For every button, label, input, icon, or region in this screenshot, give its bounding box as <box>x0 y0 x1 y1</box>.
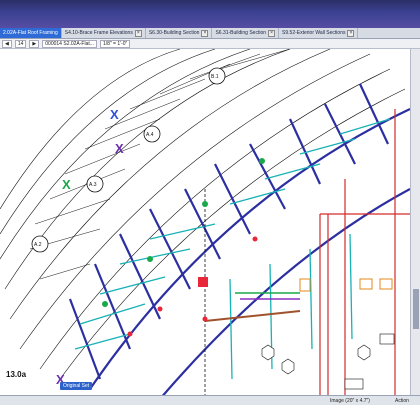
sheet-select[interactable]: 000014 S2.02A-Flat... <box>42 39 97 48</box>
scale-select[interactable]: 1/8" = 1'-0" <box>99 39 131 48</box>
scroll-thumb[interactable] <box>413 289 419 329</box>
next-page-button[interactable]: ▶ <box>29 39 40 48</box>
tab-exterior-wall-sections[interactable]: S9.52-Exterior Wall Sections × <box>279 28 359 38</box>
radial-hatch-lines <box>29 49 291 280</box>
drawing-canvas[interactable]: X X X X A.4 A.3 A.2 B.1 <box>0 49 410 405</box>
svg-text:X: X <box>115 141 124 156</box>
grid-label-a4: A.4 <box>146 132 154 138</box>
grid-label-b1: B.1 <box>211 74 219 80</box>
monitor-bezel <box>0 0 420 30</box>
image-size-label: Image (20" x 4.7") <box>330 398 370 404</box>
drawing-app-window: 2.02A-Flat Roof Framing S4.10-Brace Fram… <box>0 28 420 405</box>
brace-brown <box>204 310 301 322</box>
tab-label: S6.30-Building Section <box>148 30 200 36</box>
columns <box>299 278 393 292</box>
grid-label-a3: A.3 <box>89 182 97 188</box>
svg-text:X: X <box>110 107 119 122</box>
close-icon[interactable]: × <box>347 29 355 37</box>
action-menu[interactable]: Action <box>395 398 409 404</box>
sheet-number-label: 13.0a <box>6 370 27 379</box>
tab-brace-frame-elevations[interactable]: S4.10-Brace Frame Elevations × <box>62 28 146 38</box>
tab-label: S9.52-Exterior Wall Sections <box>282 30 346 36</box>
svg-text:X: X <box>62 177 71 192</box>
sheet-tab-bar: 2.02A-Flat Roof Framing S4.10-Brace Fram… <box>0 28 420 39</box>
tab-flat-roof-framing[interactable]: 2.02A-Flat Roof Framing <box>0 28 62 38</box>
tab-building-section-31[interactable]: S6.31-Building Section × <box>212 28 280 38</box>
vertical-scrollbar[interactable] <box>410 49 420 405</box>
close-icon[interactable]: × <box>268 29 276 37</box>
tab-label: S6.31-Building Section <box>215 30 267 36</box>
tab-label: S4.10-Brace Frame Elevations <box>64 30 133 36</box>
prev-page-button[interactable]: ◀ <box>2 39 12 48</box>
tab-label: 2.02A-Flat Roof Framing <box>3 30 58 36</box>
page-number-input[interactable]: 14 <box>14 39 27 48</box>
walls <box>319 109 410 405</box>
sheet-toolbar: ◀ 14 ▶ 000014 S2.02A-Flat... 1/8" = 1'-0… <box>0 39 420 49</box>
close-icon[interactable]: × <box>201 29 209 37</box>
tab-building-section-30[interactable]: S6.30-Building Section × <box>146 28 213 38</box>
status-bar: Image (20" x 4.7") Action <box>0 395 420 405</box>
close-icon[interactable]: × <box>134 29 142 37</box>
grid-label-a2: A.2 <box>34 242 42 248</box>
original-set-button[interactable]: Original Set <box>60 382 93 390</box>
secondary-beams <box>74 118 391 380</box>
